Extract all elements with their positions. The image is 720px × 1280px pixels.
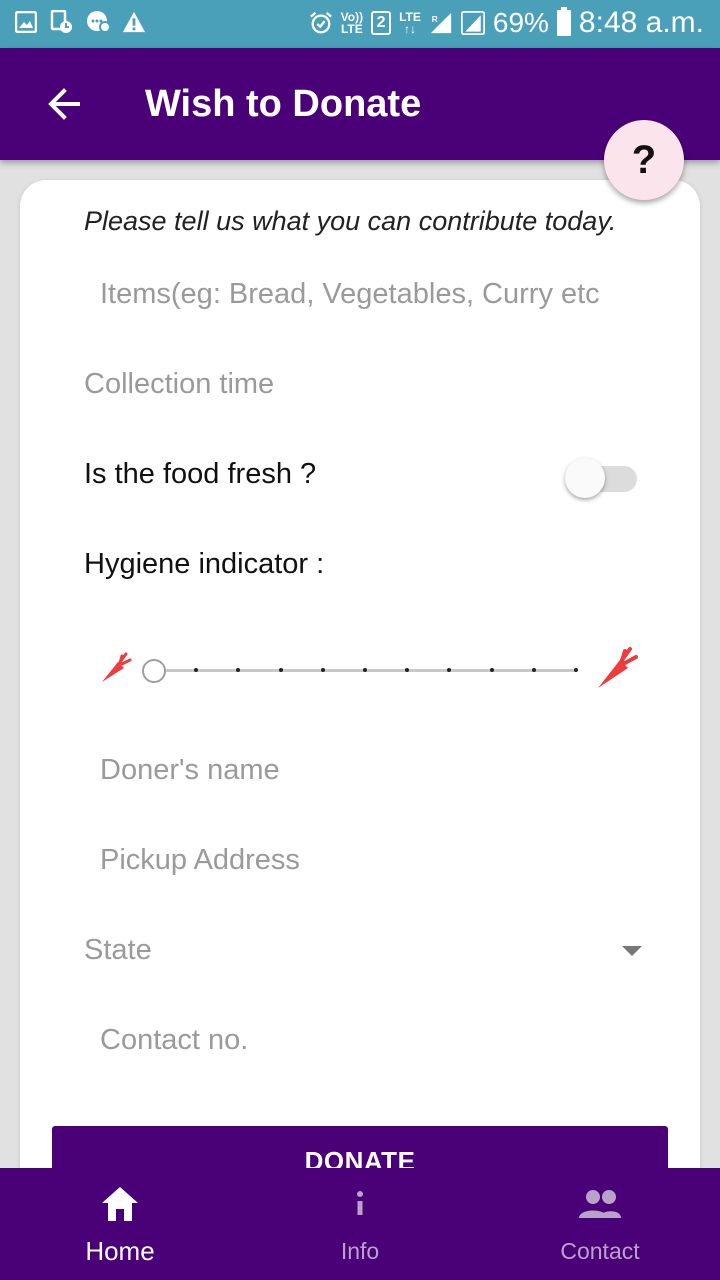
bottom-navigation: Home Info Contact — [0, 1168, 720, 1280]
slider-tick — [574, 668, 578, 672]
home-icon — [0, 1184, 240, 1224]
system-status: Vo)) LTE 2 LTE ↑↓ R 69% 8:48 a.m. — [309, 6, 704, 40]
arrow-back-icon — [48, 88, 80, 120]
battery-percent: 69% — [492, 7, 549, 38]
slider-tick — [363, 668, 367, 672]
network-type: LTE ↑↓ — [399, 10, 421, 36]
hygiene-slider[interactable] — [98, 642, 638, 698]
nav-home-label: Home — [85, 1236, 155, 1266]
battery-icon — [556, 7, 571, 36]
people-icon — [480, 1184, 720, 1224]
gallery-icon — [14, 10, 38, 34]
form-intro-text: Please tell us what you can contribute t… — [84, 206, 617, 236]
carrot-icon-max — [598, 647, 638, 688]
sim-slot-badge: 2 — [371, 11, 392, 35]
signal-sim2-icon — [460, 11, 485, 35]
slider-thumb[interactable] — [142, 659, 166, 683]
network-type-text: LTE — [399, 10, 421, 24]
nav-contact-label: Contact — [560, 1238, 640, 1264]
slider-tick — [278, 668, 283, 672]
nav-home[interactable]: Home — [0, 1168, 240, 1280]
food-fresh-label: Is the food fresh ? — [84, 458, 317, 490]
carrot-icon-min — [102, 652, 132, 682]
hygiene-label: Hygiene indicator : — [84, 548, 325, 580]
volte-bottom-text: LTE — [340, 22, 363, 36]
notification-icons — [14, 10, 146, 34]
food-fresh-toggle[interactable] — [565, 458, 637, 498]
toggle-thumb — [565, 458, 605, 498]
chat-icon — [86, 10, 110, 34]
alarm-icon — [309, 11, 333, 35]
nav-contact[interactable]: Contact — [480, 1168, 720, 1280]
doner-name-input[interactable]: Doner's name — [100, 754, 636, 787]
help-button[interactable]: ? — [604, 120, 684, 200]
svg-text:R: R — [432, 14, 438, 24]
dropdown-arrow-icon[interactable] — [622, 946, 642, 956]
signal-icon: R — [429, 11, 453, 35]
info-icon — [240, 1184, 480, 1224]
nav-info[interactable]: Info — [240, 1168, 480, 1280]
page-title: Wish to Donate — [145, 83, 422, 125]
nav-info-label: Info — [340, 1238, 380, 1264]
pickup-address-input[interactable]: Pickup Address — [100, 844, 636, 877]
volte-indicator: Vo)) LTE — [341, 11, 363, 35]
slider-tick — [531, 668, 536, 672]
collection-time-field[interactable]: Collection time — [84, 368, 636, 401]
donation-form-card: Please tell us what you can contribute t… — [20, 180, 700, 1280]
back-button[interactable] — [40, 80, 88, 128]
items-input[interactable]: Items(eg: Bread, Vegetables, Curry etc — [100, 278, 636, 311]
contact-no-input[interactable]: Contact no. — [100, 1024, 636, 1057]
status-bar: Vo)) LTE 2 LTE ↑↓ R 69% 8:48 a.m. — [0, 0, 720, 48]
state-dropdown[interactable]: State — [84, 934, 584, 967]
slider-tick — [489, 668, 494, 672]
slider-tick — [320, 668, 325, 672]
document-clock-icon — [50, 10, 74, 34]
warning-icon — [122, 10, 146, 34]
clock: 8:48 a.m. — [578, 6, 704, 39]
